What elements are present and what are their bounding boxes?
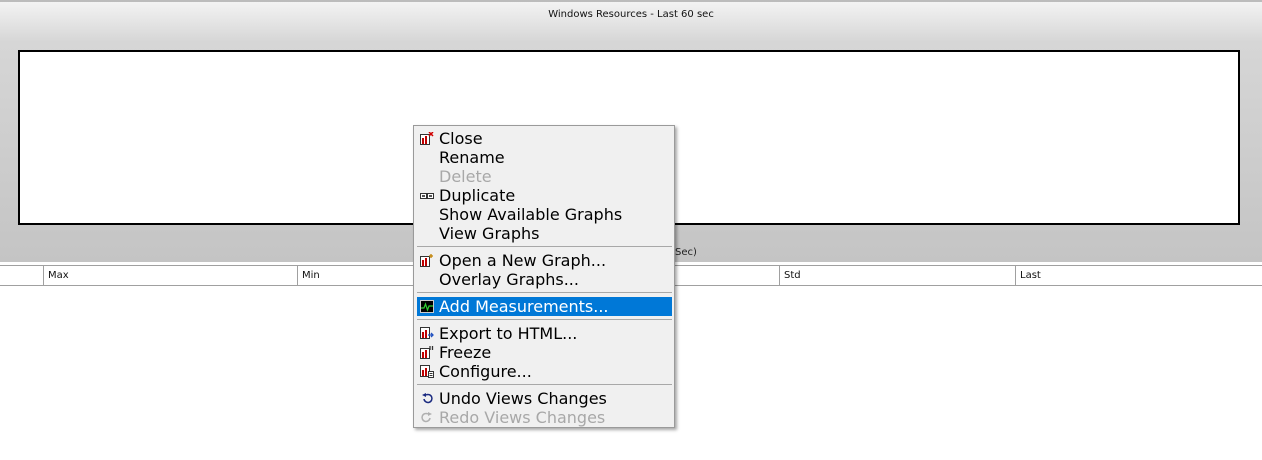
new-graph-icon (420, 254, 433, 267)
column-header-std[interactable]: Std (779, 266, 1015, 285)
x-axis-label: Sec) (675, 247, 697, 258)
menu-separator (417, 292, 672, 293)
redo-icon (421, 412, 432, 423)
menu-item-close[interactable]: Close (417, 129, 672, 148)
menu-item-redo-views-changes: Redo Views Changes (417, 408, 672, 427)
menu-item-label: Duplicate (439, 186, 516, 205)
menu-item-label: Freeze (439, 343, 492, 362)
menu-item-label: Overlay Graphs... (439, 270, 579, 289)
menu-item-undo-views-changes[interactable]: Undo Views Changes (417, 389, 672, 408)
graph-title: Windows Resources - Last 60 sec (548, 9, 714, 20)
freeze-icon (420, 346, 434, 359)
menu-separator (417, 384, 672, 385)
menu-item-duplicate[interactable]: Duplicate (417, 186, 672, 205)
column-header-last[interactable]: Last (1015, 266, 1262, 285)
export-html-icon (420, 327, 434, 339)
column-header-max[interactable]: Max (43, 266, 297, 285)
menu-item-label: Show Available Graphs (439, 205, 623, 224)
menu-item-open-new-graph[interactable]: Open a New Graph... (417, 251, 672, 270)
configure-icon (420, 365, 434, 378)
menu-item-label: Undo Views Changes (439, 389, 607, 408)
menu-item-overlay-graphs[interactable]: Overlay Graphs... (417, 270, 672, 289)
undo-icon (422, 393, 433, 404)
menu-item-label: Open a New Graph... (439, 251, 607, 270)
menu-separator (417, 246, 672, 247)
column-header-measurement[interactable] (0, 266, 43, 285)
menu-item-show-available-graphs[interactable]: Show Available Graphs (417, 205, 672, 224)
menu-item-configure[interactable]: Configure... (417, 362, 672, 381)
menu-item-add-measurements[interactable]: Add Measurements... (417, 297, 672, 316)
duplicate-icon (420, 193, 434, 199)
menu-item-label: Add Measurements... (439, 297, 609, 316)
menu-item-rename[interactable]: Rename (417, 148, 672, 167)
menu-item-delete: Delete (417, 167, 672, 186)
menu-item-label: Configure... (439, 362, 532, 381)
measurements-icon (420, 300, 434, 313)
menu-item-freeze[interactable]: Freeze (417, 343, 672, 362)
menu-separator (417, 319, 672, 320)
menu-item-label: Rename (439, 148, 505, 167)
menu-item-label: Delete (439, 167, 492, 186)
menu-item-export-html[interactable]: Export to HTML... (417, 324, 672, 343)
menu-item-label: Close (439, 129, 483, 148)
menu-item-label: Export to HTML... (439, 324, 578, 343)
menu-item-label: Redo Views Changes (439, 408, 606, 427)
close-icon (420, 132, 434, 145)
menu-item-view-graphs[interactable]: View Graphs (417, 224, 672, 243)
menu-item-label: View Graphs (439, 224, 540, 243)
context-menu: Close Rename Delete Duplicate Show Avail… (413, 125, 675, 428)
